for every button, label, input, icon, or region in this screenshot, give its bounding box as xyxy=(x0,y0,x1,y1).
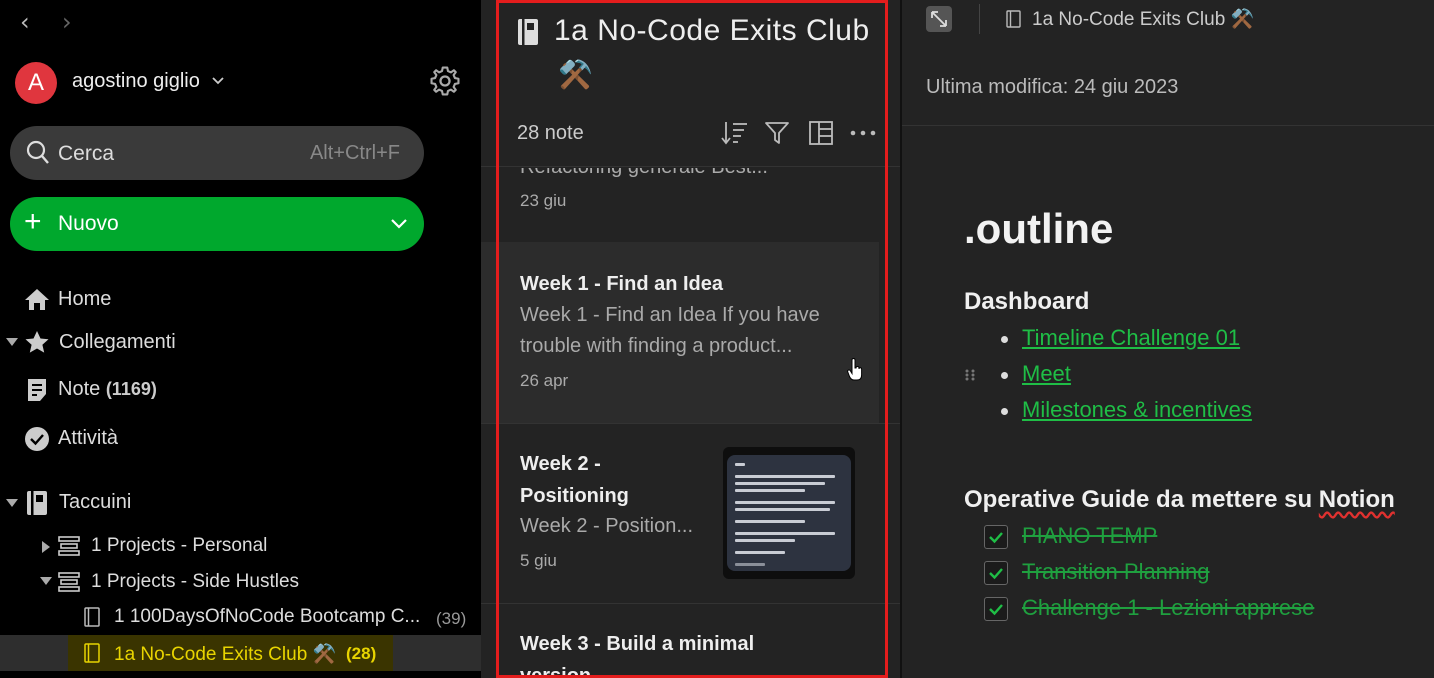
section-heading[interactable]: Dashboard xyxy=(964,288,1089,316)
caret-down-icon[interactable] xyxy=(40,577,52,587)
note-title: Positioning xyxy=(520,485,629,507)
bullet xyxy=(1001,336,1008,343)
search-shortcut: Alt+Ctrl+F xyxy=(309,142,400,164)
sidebar: ‹ › A agostino giglio Cerca Alt+Ctrl+F +… xyxy=(0,0,481,678)
bullet xyxy=(1001,372,1008,379)
caret-right-icon[interactable] xyxy=(42,541,50,553)
home-icon xyxy=(25,289,49,310)
note-date: 23 giu xyxy=(520,191,567,210)
gear-icon[interactable] xyxy=(428,64,462,98)
note-heading[interactable]: .outline xyxy=(964,205,1113,253)
note-title: version xyxy=(520,665,592,678)
search-input[interactable]: Cerca Alt+Ctrl+F xyxy=(10,126,424,180)
check-icon xyxy=(989,604,1003,616)
section-heading[interactable]: Operative Guide da mettere su Notion xyxy=(964,486,1395,514)
hand-cursor-icon xyxy=(847,358,863,381)
note-title: Week 1 - Find an Idea xyxy=(520,273,724,295)
sort-icon[interactable] xyxy=(721,120,749,146)
layout-icon[interactable] xyxy=(808,120,834,146)
divider xyxy=(481,423,900,424)
note-title: Week 2 - xyxy=(520,453,601,475)
note-date: 5 giu xyxy=(520,551,557,570)
caret-down-icon[interactable] xyxy=(6,338,18,348)
section-heading-text: Operative Guide da mettere su xyxy=(964,486,1319,513)
star-icon xyxy=(25,331,49,353)
check-icon xyxy=(989,568,1003,580)
plus-icon: + xyxy=(24,205,42,238)
notebook-icon xyxy=(84,607,100,627)
sidebar-item-notebook-active[interactable]: 1a No-Code Exits Club ⚒️ xyxy=(114,642,336,666)
breadcrumb[interactable]: 1a No-Code Exits Club ⚒️ xyxy=(1032,7,1254,31)
note-snippet: Week 2 - Position... xyxy=(520,515,694,537)
note-list-panel: 1a No-Code Exits Club ⚒️ 28 note Refacto… xyxy=(481,0,900,678)
notebook-icon xyxy=(27,491,47,515)
notebook-icon xyxy=(84,643,100,663)
sidebar-item-notebooks[interactable]: Taccuini xyxy=(59,491,131,514)
more-options-icon[interactable] xyxy=(850,124,876,142)
note-list-title: 1a No-Code Exits Club xyxy=(554,14,870,47)
notebook-icon xyxy=(1006,10,1021,28)
avatar-initial: A xyxy=(27,69,44,96)
caret-down-icon[interactable] xyxy=(6,499,18,509)
note-icon xyxy=(28,379,46,401)
new-button-label: Nuovo xyxy=(58,212,119,235)
chevron-down-icon[interactable] xyxy=(390,212,408,236)
misspelled-word: Notion xyxy=(1318,486,1395,513)
task-checkbox[interactable] xyxy=(984,561,1008,585)
stack-icon xyxy=(58,572,80,592)
check-icon xyxy=(989,532,1003,544)
note-thumbnail xyxy=(723,447,855,579)
divider xyxy=(902,125,1434,126)
bullet xyxy=(1001,408,1008,415)
note-link[interactable]: Milestones & incentives xyxy=(1022,397,1252,423)
notebook-count: (39) xyxy=(436,609,467,628)
task-item[interactable]: Challenge 1 - Lezioni apprese xyxy=(1022,595,1314,621)
task-item[interactable]: PIANO TEMP xyxy=(1022,523,1157,549)
note-title: Week 3 - Build a minimal xyxy=(520,633,755,655)
note-editor: 1a No-Code Exits Club ⚒️ Ultima modifica… xyxy=(902,0,1434,678)
sidebar-item-shortcuts[interactable]: Collegamenti xyxy=(59,331,176,354)
note-count: 28 note xyxy=(517,122,584,144)
avatar[interactable]: A xyxy=(15,62,57,104)
sidebar-item-notes[interactable]: Note (1169) xyxy=(58,378,157,401)
user-name[interactable]: agostino giglio xyxy=(72,70,200,93)
note-snippet: trouble with finding a product... xyxy=(520,335,793,357)
task-checkbox[interactable] xyxy=(984,597,1008,621)
search-label: Cerca xyxy=(58,142,115,165)
drag-handle-icon[interactable] xyxy=(964,368,976,382)
chevron-down-icon[interactable] xyxy=(212,76,224,86)
back-arrow-icon[interactable]: ‹ xyxy=(20,8,30,36)
hammer-pick-icon: ⚒️ xyxy=(558,59,593,90)
notebook-count: (28) xyxy=(346,644,377,663)
note-link[interactable]: Timeline Challenge 01 xyxy=(1022,325,1240,351)
note-date: 26 apr xyxy=(520,371,569,390)
sidebar-item-notes-label: Note xyxy=(58,378,101,400)
forward-arrow-icon[interactable]: › xyxy=(62,8,72,36)
note-snippet: Refactoring generale Best... xyxy=(520,156,768,178)
divider xyxy=(481,166,900,167)
sidebar-item-home[interactable]: Home xyxy=(58,288,111,311)
sidebar-item-stack-personal[interactable]: 1 Projects - Personal xyxy=(91,535,267,557)
filter-icon[interactable] xyxy=(764,120,790,146)
task-checkbox[interactable] xyxy=(984,525,1008,549)
sidebar-item-notebook-100days[interactable]: 1 100DaysOfNoCode Bootcamp C... xyxy=(114,606,420,628)
note-link[interactable]: Meet xyxy=(1022,361,1071,387)
divider xyxy=(481,603,900,604)
new-note-button[interactable]: + Nuovo xyxy=(10,197,424,251)
expand-icon xyxy=(931,11,947,27)
task-item[interactable]: Transition Planning xyxy=(1022,559,1210,585)
divider xyxy=(979,4,980,34)
notebook-icon xyxy=(518,19,538,45)
sidebar-item-tasks[interactable]: Attività xyxy=(58,427,118,450)
last-modified: Ultima modifica: 24 giu 2023 xyxy=(926,76,1179,98)
task-check-icon xyxy=(25,427,49,451)
notes-count: (1169) xyxy=(105,379,157,399)
stack-icon xyxy=(58,536,80,556)
expand-button[interactable] xyxy=(926,6,952,32)
note-snippet: Week 1 - Find an Idea If you have xyxy=(520,304,820,326)
search-icon xyxy=(26,140,49,164)
sidebar-item-stack-side-hustles[interactable]: 1 Projects - Side Hustles xyxy=(91,571,299,593)
